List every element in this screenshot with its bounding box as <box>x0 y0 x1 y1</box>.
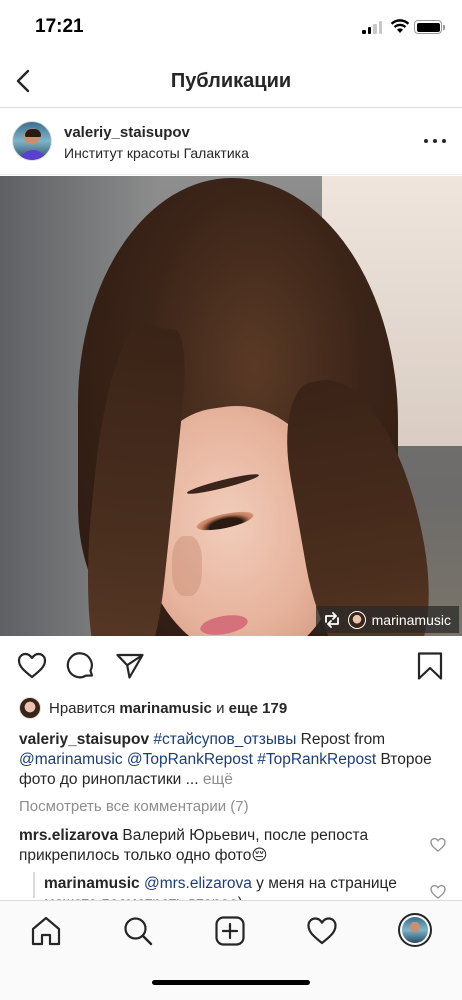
caption-hashtag[interactable]: #стайсупов_отзывы <box>153 731 296 748</box>
activity-heart-icon[interactable] <box>306 915 338 947</box>
post-caption: valeriy_staisupov #стайсупов_отзывы Repo… <box>19 731 432 788</box>
action-bar <box>0 637 462 693</box>
caption-mention-toprank[interactable]: @TopRankRepost <box>127 751 253 768</box>
view-all-comments-link[interactable]: Посмотреть все комментарии (7) <box>19 798 249 815</box>
tab-bar <box>0 900 462 1000</box>
status-bar: 17:21 <box>0 0 462 56</box>
repost-tag[interactable]: marinamusic <box>315 606 459 633</box>
wifi-icon <box>390 19 410 33</box>
caption-username[interactable]: valeriy_staisupov <box>19 731 149 748</box>
likes-user[interactable]: marinamusic <box>119 700 212 717</box>
profile-avatar[interactable] <box>398 913 432 947</box>
likes-row: Нравится marinamusic и еще 179 <box>0 696 462 722</box>
reply-username[interactable]: marinamusic <box>44 875 140 892</box>
likes-others[interactable]: еще 179 <box>229 700 288 717</box>
repost-icon <box>324 611 339 628</box>
page-title: Публикации <box>170 70 292 92</box>
ellipsis-icon[interactable] <box>422 133 448 149</box>
signal-icon <box>362 21 382 34</box>
nav-bar: Публикации <box>0 56 462 108</box>
repost-avatar <box>347 610 366 629</box>
reply-line <box>33 872 35 898</box>
caption-more-link[interactable]: ещё <box>203 771 233 788</box>
post-header: valeriy_staisupov Институт красоты Галак… <box>0 109 462 175</box>
comment: mrs.elizarova Валерий Юрьевич, после реп… <box>19 827 369 864</box>
comment-like-heart-icon[interactable] <box>430 837 446 853</box>
likes-avatar <box>19 697 41 719</box>
battery-icon <box>414 20 445 34</box>
caption-mention[interactable]: @marinamusic <box>19 751 123 768</box>
caption-hashtag-toprank[interactable]: #TopRankRepost <box>257 751 376 768</box>
likes-text[interactable]: Нравится marinamusic и еще 179 <box>49 700 287 717</box>
post-photo[interactable]: marinamusic <box>0 176 462 636</box>
add-post-icon[interactable] <box>214 915 246 947</box>
avatar[interactable] <box>12 121 52 161</box>
post-location[interactable]: Институт красоты Галактика <box>64 145 249 161</box>
heart-icon[interactable] <box>17 651 47 681</box>
comment-username[interactable]: mrs.elizarova <box>19 827 118 844</box>
post-username[interactable]: valeriy_staisupov <box>64 124 190 141</box>
search-icon[interactable] <box>122 915 154 947</box>
reply-mention[interactable]: @mrs.elizarova <box>144 875 252 892</box>
comment-icon[interactable] <box>66 651 96 681</box>
paper-plane-icon[interactable] <box>115 651 145 681</box>
repost-username: marinamusic <box>371 611 451 628</box>
status-time: 17:21 <box>35 16 84 37</box>
home-icon[interactable] <box>30 915 62 947</box>
reply-like-heart-icon[interactable] <box>430 884 446 900</box>
home-indicator <box>152 980 310 985</box>
bookmark-icon[interactable] <box>415 651 445 681</box>
